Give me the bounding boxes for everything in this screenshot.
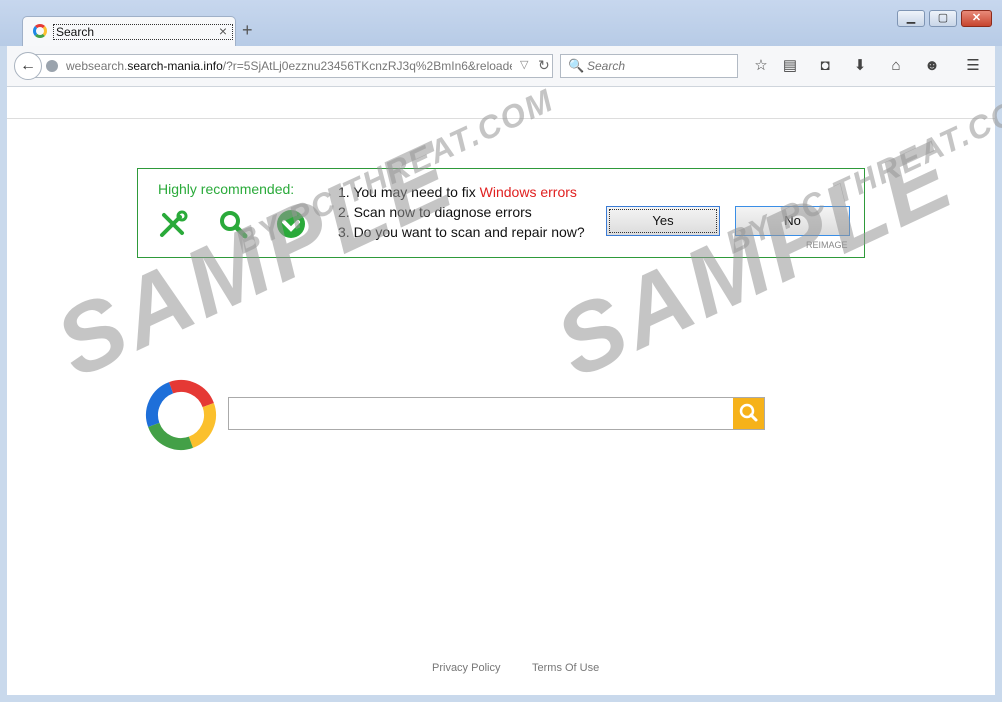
ad-heading: Highly recommended:	[158, 181, 295, 197]
tab-title: Search	[53, 24, 233, 40]
yes-button[interactable]: Yes	[606, 206, 720, 236]
title-bar: Search × + ▁ ▢ ✕	[0, 0, 1002, 47]
main-search-box[interactable]	[228, 397, 765, 430]
browser-search-input[interactable]	[585, 58, 739, 74]
pocket-icon[interactable]: ◘	[815, 56, 835, 76]
reload-icon[interactable]: ↻	[538, 57, 550, 74]
reading-list-icon[interactable]: ▤	[780, 56, 800, 76]
close-window-button[interactable]: ✕	[961, 10, 992, 27]
ad-line-2: 2. Scan now to diagnose errors	[338, 204, 532, 220]
main-search-input[interactable]	[233, 404, 733, 422]
browser-search-box[interactable]: 🔍	[560, 54, 739, 78]
search-icon	[739, 403, 758, 422]
back-button[interactable]: ←	[14, 52, 42, 80]
search-icon: 🔍	[568, 58, 585, 73]
url-text[interactable]: websearch.search-mania.info/?r=5SjAtLj0e…	[66, 59, 512, 73]
page-content: Highly recommended: 1. You may need to f…	[7, 87, 995, 695]
download-icon[interactable]: ⬇	[850, 56, 870, 76]
ad-message: 1. You may need to fix Windows errors 2.…	[338, 182, 585, 242]
menu-icon[interactable]: ☰	[963, 56, 983, 76]
reimage-brand-label: REIMAGE	[806, 240, 848, 250]
main-search-button[interactable]	[733, 398, 764, 429]
terms-of-use-link[interactable]: Terms Of Use	[532, 662, 599, 674]
globe-icon	[46, 60, 58, 72]
magnifier-icon	[220, 211, 248, 239]
tab-close-icon[interactable]: ×	[219, 23, 227, 39]
url-bar[interactable]: websearch.search-mania.info/?r=5SjAtLj0e…	[35, 54, 553, 78]
no-button[interactable]: No	[735, 206, 850, 236]
browser-window: Search × + ▁ ▢ ✕ ← websearch.search-mani…	[0, 0, 1002, 702]
tab-search[interactable]: Search ×	[22, 16, 236, 47]
maximize-button[interactable]: ▢	[929, 10, 957, 27]
site-favicon-icon	[33, 24, 47, 38]
search-mania-logo	[146, 380, 216, 450]
privacy-policy-link[interactable]: Privacy Policy	[432, 662, 500, 674]
reimage-ad-banner[interactable]: Highly recommended: 1. You may need to f…	[137, 168, 865, 258]
hello-icon[interactable]: ☻	[922, 56, 942, 76]
minimize-button[interactable]: ▁	[897, 10, 925, 27]
ad-line-3: 3. Do you want to scan and repair now?	[338, 224, 585, 240]
url-history-dropdown-icon[interactable]: ▽	[520, 58, 528, 71]
new-tab-button[interactable]: +	[242, 20, 253, 41]
windows-errors-text: Windows errors	[479, 184, 577, 200]
navigation-toolbar: ← websearch.search-mania.info/?r=5SjAtLj…	[7, 46, 995, 87]
tools-icon	[160, 210, 188, 237]
bookmark-star-icon[interactable]: ☆	[751, 56, 771, 76]
page-top-strip	[7, 87, 995, 119]
ad-line-1: 1. You may need to fix Windows errors	[338, 184, 577, 200]
home-icon[interactable]: ⌂	[886, 56, 906, 76]
download-circle-icon	[277, 210, 305, 238]
